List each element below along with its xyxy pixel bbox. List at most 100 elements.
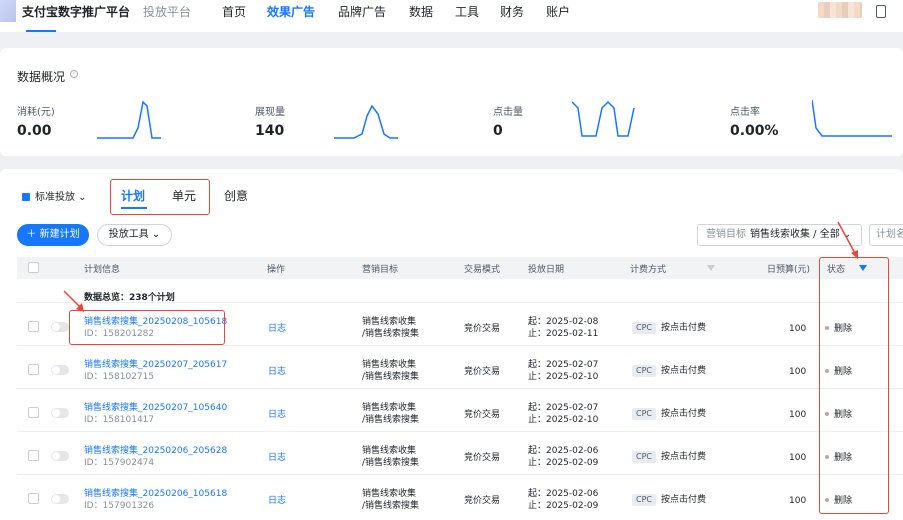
trade-mode: 竞价交易 [464, 410, 501, 420]
th-mode: 交易模式 [464, 265, 501, 275]
plan-list-card: 标准投放 ⌄ 计划 单元 创意 ＋ 新建计划 投放工具 ⌄ 营销目标销售线索收集… [0, 169, 903, 520]
plan-name-link[interactable]: 销售线索搜集_20250207_105640 [84, 402, 227, 414]
row-checkbox[interactable] [28, 407, 39, 418]
goal-primary: 销售线索收集 [362, 403, 417, 413]
th-date: 投放日期 [528, 265, 565, 275]
nav-account[interactable]: 账户 [546, 3, 570, 20]
start-date: 起：2025-02-06 [528, 489, 599, 499]
trade-mode: 竞价交易 [464, 496, 501, 506]
nav-tools[interactable]: 工具 [455, 3, 479, 20]
th-operation: 操作 [267, 265, 286, 275]
log-link[interactable]: 日志 [268, 495, 286, 507]
sparkline-impressions-icon [334, 104, 398, 139]
logo [0, 0, 16, 22]
daily-budget: 100 [789, 410, 807, 420]
plan-name-link[interactable]: 销售线索搜集_20250206_105618 [84, 488, 227, 500]
delivery-tools-button[interactable]: 投放工具 ⌄ [97, 224, 172, 246]
billing-filter-icon[interactable] [707, 265, 715, 271]
plan-name-filter[interactable]: 计划名 [869, 224, 903, 246]
start-date: 起：2025-02-07 [528, 360, 599, 370]
start-date: 起：2025-02-08 [528, 317, 599, 327]
goal-primary: 销售线索收集 [362, 317, 417, 327]
cpc-tag: CPC [632, 365, 656, 377]
start-date: 起：2025-02-06 [528, 446, 599, 456]
metric-value-cost: 0.00 [17, 123, 52, 139]
plan-id: ID：157901326 [84, 501, 155, 511]
row-checkbox[interactable] [28, 450, 39, 461]
row-divider [17, 302, 903, 303]
log-link[interactable]: 日志 [268, 452, 286, 464]
data-overview-card: 数据概况 i 消耗(元) 0.00 展现量 140 点击量 0 点击率 0.00… [0, 48, 903, 156]
plan-id: ID：158102715 [84, 372, 155, 382]
row-checkbox[interactable] [28, 321, 39, 332]
brand-underline [26, 30, 56, 32]
metric-label-clicks: 点击量 [493, 107, 523, 118]
nav-brand-ads[interactable]: 品牌广告 [338, 3, 386, 20]
row-toggle[interactable] [51, 494, 69, 504]
goal-secondary: /销售线索搜集 [362, 372, 420, 382]
row-toggle[interactable] [51, 322, 69, 332]
select-all-checkbox[interactable] [28, 262, 39, 273]
metric-value-ctr: 0.00% [730, 123, 779, 139]
cpc-tag: CPC [632, 322, 656, 334]
sparkline-ctr-icon [812, 99, 892, 137]
plan-name-link[interactable]: 销售线索搜集_20250206_205628 [84, 445, 227, 457]
end-date: 止：2025-02-09 [528, 501, 599, 511]
end-date: 止：2025-02-10 [528, 415, 599, 425]
cpc-tag: CPC [632, 451, 656, 463]
plan-name-highlight-box [69, 310, 225, 345]
arrow-to-status-icon [837, 221, 858, 259]
billing-method: CPC 按点击付费 [632, 322, 706, 334]
overview-title: 数据概况 [17, 70, 66, 84]
th-plan-info: 计划信息 [84, 265, 121, 275]
tab-unit[interactable]: 单元 [172, 187, 196, 204]
nav-data[interactable]: 数据 [409, 3, 433, 20]
avatar[interactable] [818, 2, 862, 18]
tab-plan[interactable]: 计划 [121, 187, 145, 204]
row-toggle[interactable] [51, 451, 69, 461]
row-toggle[interactable] [51, 365, 69, 375]
row-toggle[interactable] [51, 408, 69, 418]
brand-title: 支付宝数字推广平台 [22, 5, 131, 19]
mobile-icon[interactable] [876, 5, 886, 18]
row-checkbox[interactable] [28, 493, 39, 504]
row-divider [17, 474, 903, 475]
billing-method: CPC 按点击付费 [632, 494, 706, 506]
info-icon[interactable]: i [70, 70, 78, 78]
nav-home[interactable]: 首页 [222, 3, 246, 20]
metric-label-ctr: 点击率 [730, 107, 760, 118]
arrow-to-plan-icon [63, 290, 84, 312]
log-link[interactable]: 日志 [268, 366, 286, 378]
daily-budget: 100 [789, 453, 807, 463]
log-link[interactable]: 日志 [268, 323, 286, 335]
cpc-tag: CPC [632, 494, 656, 506]
plan-name-link[interactable]: 销售线索搜集_20250207_205617 [84, 359, 227, 371]
tab-creative[interactable]: 创意 [224, 187, 248, 204]
row-divider [17, 388, 903, 389]
end-date: 止：2025-02-11 [528, 329, 599, 339]
plan-id: ID：158101417 [84, 415, 155, 425]
brand-subtitle: 投放平台 [143, 5, 192, 19]
log-link[interactable]: 日志 [268, 409, 286, 421]
billing-method: CPC 按点击付费 [632, 408, 706, 420]
billing-method: CPC 按点击付费 [632, 365, 706, 377]
status-column-highlight-box [819, 257, 889, 514]
daily-budget: 100 [789, 324, 807, 334]
standard-delivery-dropdown[interactable]: 标准投放 ⌄ [22, 188, 87, 203]
top-nav: 支付宝数字推广平台 投放平台 首页 效果广告 品牌广告 数据 工具 财务 账户 [0, 0, 903, 32]
goal-secondary: /销售线索搜集 [362, 501, 420, 511]
th-goal: 营销目标 [362, 265, 399, 275]
row-checkbox[interactable] [28, 364, 39, 375]
nav-performance-ads[interactable]: 效果广告 [267, 3, 315, 20]
goal-primary: 销售线索收集 [362, 489, 417, 499]
end-date: 止：2025-02-09 [528, 458, 599, 468]
sparkline-cost-icon [97, 100, 161, 139]
delivery-icon [22, 193, 30, 201]
goal-secondary: /销售线索搜集 [362, 329, 420, 339]
new-plan-button[interactable]: ＋ 新建计划 [17, 224, 89, 246]
end-date: 止：2025-02-10 [528, 372, 599, 382]
trade-mode: 竞价交易 [464, 324, 501, 334]
nav-finance[interactable]: 财务 [500, 3, 524, 20]
goal-primary: 销售线索收集 [362, 446, 417, 456]
metric-value-impressions: 140 [255, 123, 285, 139]
